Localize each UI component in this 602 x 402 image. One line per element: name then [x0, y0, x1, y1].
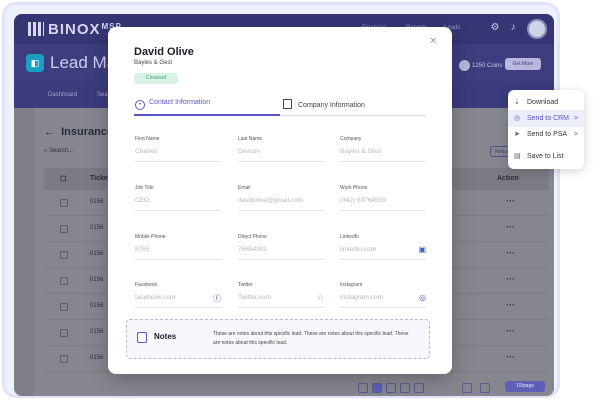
more-icon[interactable]: ··· — [506, 196, 515, 206]
send-icon: ➤ — [514, 131, 520, 138]
first-name-field[interactable]: First Name Charles — [135, 136, 221, 162]
chevron-right-icon: > — [573, 115, 578, 122]
actions-dropdown: ⇣ Download ◎ Send to CRM > ➤ Send to PSA > ▤ S… — [508, 90, 584, 169]
job-title-field[interactable]: Job Title CEO — [135, 185, 221, 211]
facebook-icon[interactable]: ⓕ — [213, 293, 221, 304]
notes-section: Notes These are notes about this specifi… — [126, 319, 430, 359]
row-checkbox[interactable] — [60, 199, 68, 207]
more-icon[interactable]: ··· — [506, 352, 515, 362]
tab-company-information[interactable]: Company Information — [283, 99, 365, 113]
building-icon — [283, 99, 292, 109]
twitter-icon[interactable]: ♘ — [317, 293, 324, 302]
avatar[interactable] — [527, 19, 547, 39]
header-checkbox[interactable]: ☐ — [60, 175, 66, 183]
lead-detail-modal: × David Olive Bayles & Gest Cleaned • Con… — [108, 27, 452, 374]
ticket-cell: 0156 — [90, 303, 104, 309]
logo-mark-icon — [28, 22, 44, 36]
status-badge: Cleaned — [134, 73, 178, 84]
bell-icon[interactable]: ♪ — [507, 22, 519, 34]
coins-count: 1250 Coins — [472, 63, 503, 69]
notes-text: These are notes about this specific lead… — [213, 331, 409, 346]
lead-name: David Olive — [134, 46, 194, 58]
list-icon: ▤ — [514, 153, 521, 160]
menu-item-save-to-list[interactable]: ▤ Save to List — [508, 148, 584, 165]
ticket-cell: 0156 — [90, 277, 104, 283]
tab-dashboard[interactable]: Dashboard — [48, 92, 77, 98]
lead-manager-icon: ◧ — [26, 54, 44, 72]
email-field[interactable]: Email davidolive@gmail.com — [238, 185, 324, 211]
gear-icon[interactable]: ⚙ — [489, 22, 501, 34]
page-button[interactable] — [414, 383, 424, 393]
menu-item-send-to-psa[interactable]: ➤ Send to PSA > — [508, 126, 584, 143]
page-button-active[interactable] — [372, 383, 382, 393]
more-icon[interactable]: ··· — [506, 222, 515, 232]
coin-icon — [459, 60, 470, 71]
row-checkbox[interactable] — [60, 277, 68, 285]
get-more-button[interactable]: Get More — [505, 58, 541, 70]
notes-title: Notes — [154, 332, 177, 341]
mobile-phone-field[interactable]: Mobile Phone 8765 — [135, 234, 221, 260]
more-icon[interactable]: ··· — [506, 274, 515, 284]
lead-company: Bayles & Gest — [134, 60, 173, 66]
download-icon: ⇣ — [514, 99, 520, 106]
chevron-right-icon: > — [573, 131, 578, 138]
row-checkbox[interactable] — [60, 251, 68, 259]
direct-phone-field[interactable]: Direct Phone 76654902 — [238, 234, 324, 260]
per-page-select[interactable]: 10/page — [505, 381, 545, 392]
page-button[interactable] — [358, 383, 368, 393]
row-checkbox[interactable] — [60, 355, 68, 363]
linkedin-icon[interactable]: ▣ — [418, 245, 426, 254]
search-input[interactable]: ⌕ Search... — [44, 148, 73, 155]
user-icon: • — [135, 100, 145, 110]
tab-contact-information[interactable]: • Contact Information — [135, 99, 210, 113]
instagram-icon[interactable]: ◎ — [419, 293, 426, 302]
ticket-cell: 0156 — [90, 199, 104, 205]
page-button[interactable] — [462, 383, 472, 393]
close-icon[interactable]: × — [430, 35, 436, 47]
more-icon[interactable]: ··· — [506, 326, 515, 336]
menu-item-download[interactable]: ⇣ Download — [508, 94, 584, 111]
notes-icon — [137, 332, 147, 343]
page-button[interactable] — [386, 383, 396, 393]
instagram-field[interactable]: Instagram Instagram.com ◎ — [340, 282, 426, 308]
ticket-cell: 0156 — [90, 355, 104, 361]
more-icon[interactable]: ··· — [506, 300, 515, 310]
more-icon[interactable]: ··· — [506, 248, 515, 258]
twitter-field[interactable]: Twitter Twitter.com ♘ — [238, 282, 324, 308]
next-page-button[interactable] — [480, 383, 490, 393]
ticket-cell: 0156 — [90, 251, 104, 257]
facebook-field[interactable]: Facebook facebook.com ⓕ — [135, 282, 221, 308]
row-checkbox[interactable] — [60, 329, 68, 337]
column-action: Action — [497, 175, 519, 182]
ticket-cell: 0156 — [90, 329, 104, 335]
page-button[interactable] — [400, 383, 410, 393]
ticket-cell: 0156 — [90, 225, 104, 231]
company-field[interactable]: Company Bayles & Gest — [340, 136, 426, 162]
menu-item-send-to-crm[interactable]: ◎ Send to CRM > — [508, 110, 584, 127]
row-checkbox[interactable] — [60, 225, 68, 233]
last-name-field[interactable]: Last Name Devcon — [238, 136, 324, 162]
linkedin-field[interactable]: LinkedIn linkedin.com ▣ — [340, 234, 426, 260]
row-checkbox[interactable] — [60, 303, 68, 311]
crm-icon: ◎ — [514, 115, 521, 122]
work-phone-field[interactable]: Work Phone (342) 69764509 — [340, 185, 426, 211]
active-tab-indicator — [134, 114, 280, 116]
back-arrow-icon[interactable]: ← — [44, 126, 61, 138]
